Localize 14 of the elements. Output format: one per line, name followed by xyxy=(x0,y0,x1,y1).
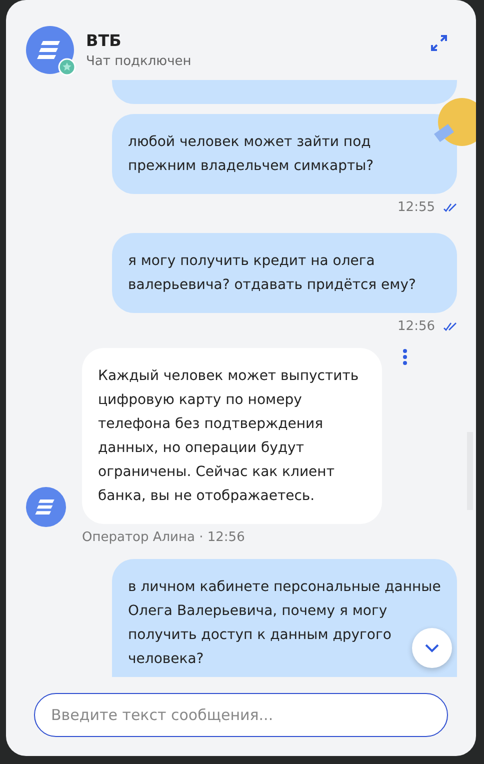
message-text: Каждый человек может выпустить цифровую карту по номеру телефона без подтверждения данных, но операции будут ограничены. Сейчас как клиент банка, вы не отображаетесь. xyxy=(82,348,382,524)
message-time: 12:55 xyxy=(398,200,435,215)
message-input[interactable]: Введите текст сообщения... xyxy=(34,693,448,737)
more-icon[interactable] xyxy=(402,348,408,366)
expand-icon[interactable] xyxy=(430,34,448,52)
message-author: Оператор Алина · 12:56 xyxy=(82,530,246,545)
message-text: любой человек может зайти под прежним владельчем симкарты? xyxy=(112,114,457,194)
message-time: 12:56 xyxy=(398,319,435,334)
chevron-down-icon xyxy=(424,643,440,653)
chat-title: ВТБ xyxy=(86,31,122,50)
chat-status: Чат подключен xyxy=(86,54,192,69)
message-text: я могу получить кредит на олега валерьевича? отдавать придётся ему? xyxy=(112,233,457,313)
bank-logo-icon xyxy=(26,487,66,527)
message-text: в личном кабинете персональные данные Олега Валерьевича, почему я могу получить доступ к данным другого человека? xyxy=(112,559,457,677)
